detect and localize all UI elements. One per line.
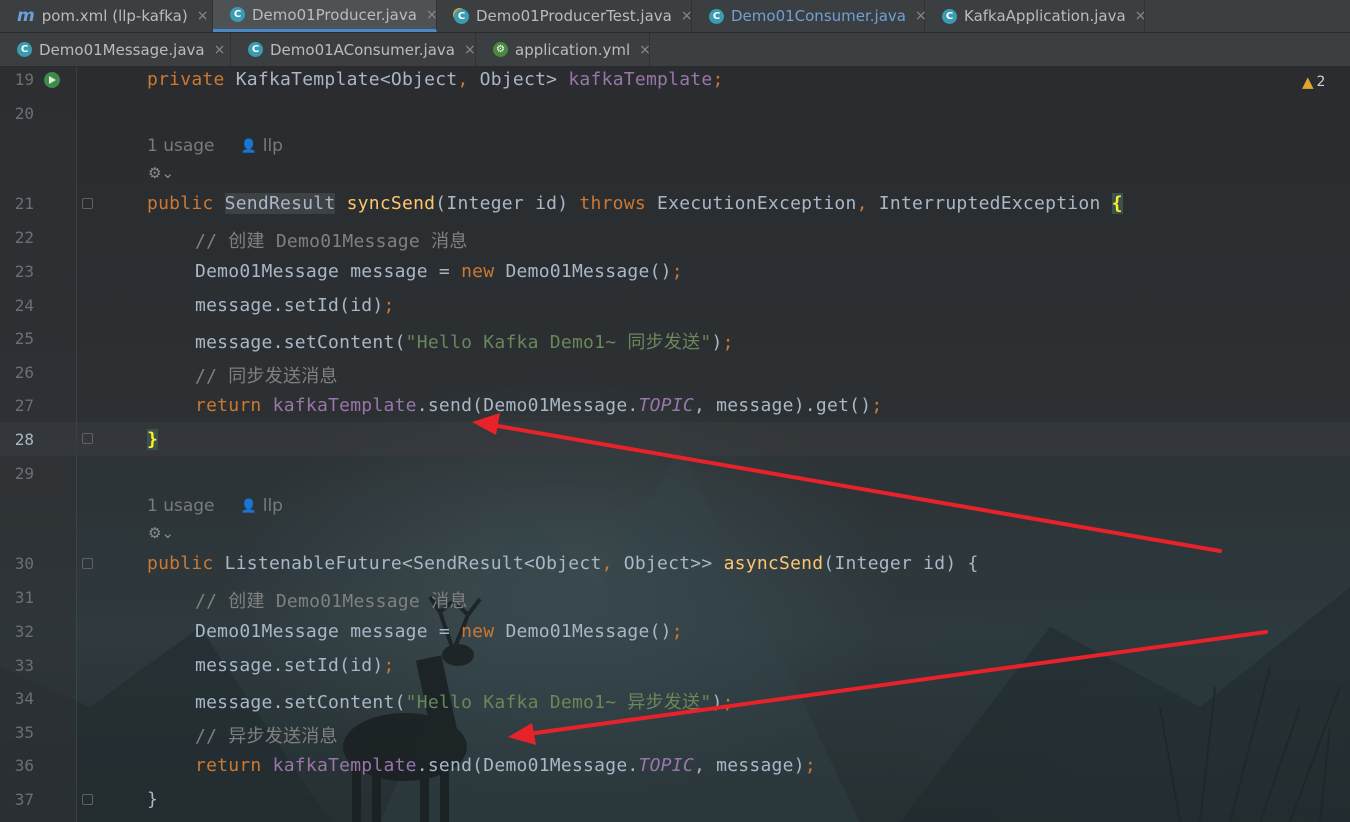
editor-tab-bar-row-1: m pom.xml (llp-kafka) × C Demo01Producer… [0,0,1350,33]
close-icon[interactable]: × [1135,8,1147,24]
maven-icon: m [17,6,35,26]
tab-demo01message[interactable]: C Demo01Message.java × [0,33,231,66]
class-icon: C [17,42,32,57]
tab-label: KafkaApplication.java [964,7,1126,25]
class-icon: C [709,8,724,24]
class-icon: C [230,7,245,22]
yaml-icon: ⚙ [493,42,508,57]
close-icon[interactable]: × [197,8,209,24]
tab-demo01producertest[interactable]: C Demo01ProducerTest.java × [437,0,693,32]
tab-label: Demo01Producer.java [252,5,417,24]
close-icon[interactable]: × [426,7,438,23]
tab-demo01consumer[interactable]: C Demo01Consumer.java × [692,0,927,32]
tab-application-yml[interactable]: ⚙ application.yml × [476,33,651,66]
arrow-to-async-send [508,630,1268,745]
tab-label: Demo01Consumer.java [731,7,906,25]
annotation-overlay [472,413,1268,745]
close-icon[interactable]: × [214,42,226,58]
editor-tab-bar-row-2: C Demo01Message.java × C Demo01AConsumer… [0,33,1350,67]
tab-label: pom.xml (llp-kafka) [41,7,188,25]
close-icon[interactable]: × [464,42,476,58]
tab-pom-xml[interactable]: m pom.xml (llp-kafka) × [0,0,213,32]
class-icon: C [248,42,263,57]
tab-label: Demo01ProducerTest.java [476,7,672,25]
close-icon[interactable]: × [681,8,693,24]
tab-label: application.yml [515,40,631,59]
spring-boot-app-icon: C [942,8,957,24]
code-editor[interactable]: ▲ 2 19 20 21 22 23 24 25 26 27 28 29 30 … [0,67,1350,822]
close-icon[interactable]: × [639,42,651,58]
tab-label: Demo01Message.java [39,40,205,59]
tab-kafkaapplication[interactable]: C KafkaApplication.java × [925,0,1147,32]
tab-label: Demo01AConsumer.java [270,40,455,59]
tab-demo01aconsumer[interactable]: C Demo01AConsumer.java × [231,33,476,66]
arrow-to-sync-send [472,413,1222,553]
test-class-icon: C [454,8,469,24]
tab-demo01producer[interactable]: C Demo01Producer.java × [213,0,438,32]
